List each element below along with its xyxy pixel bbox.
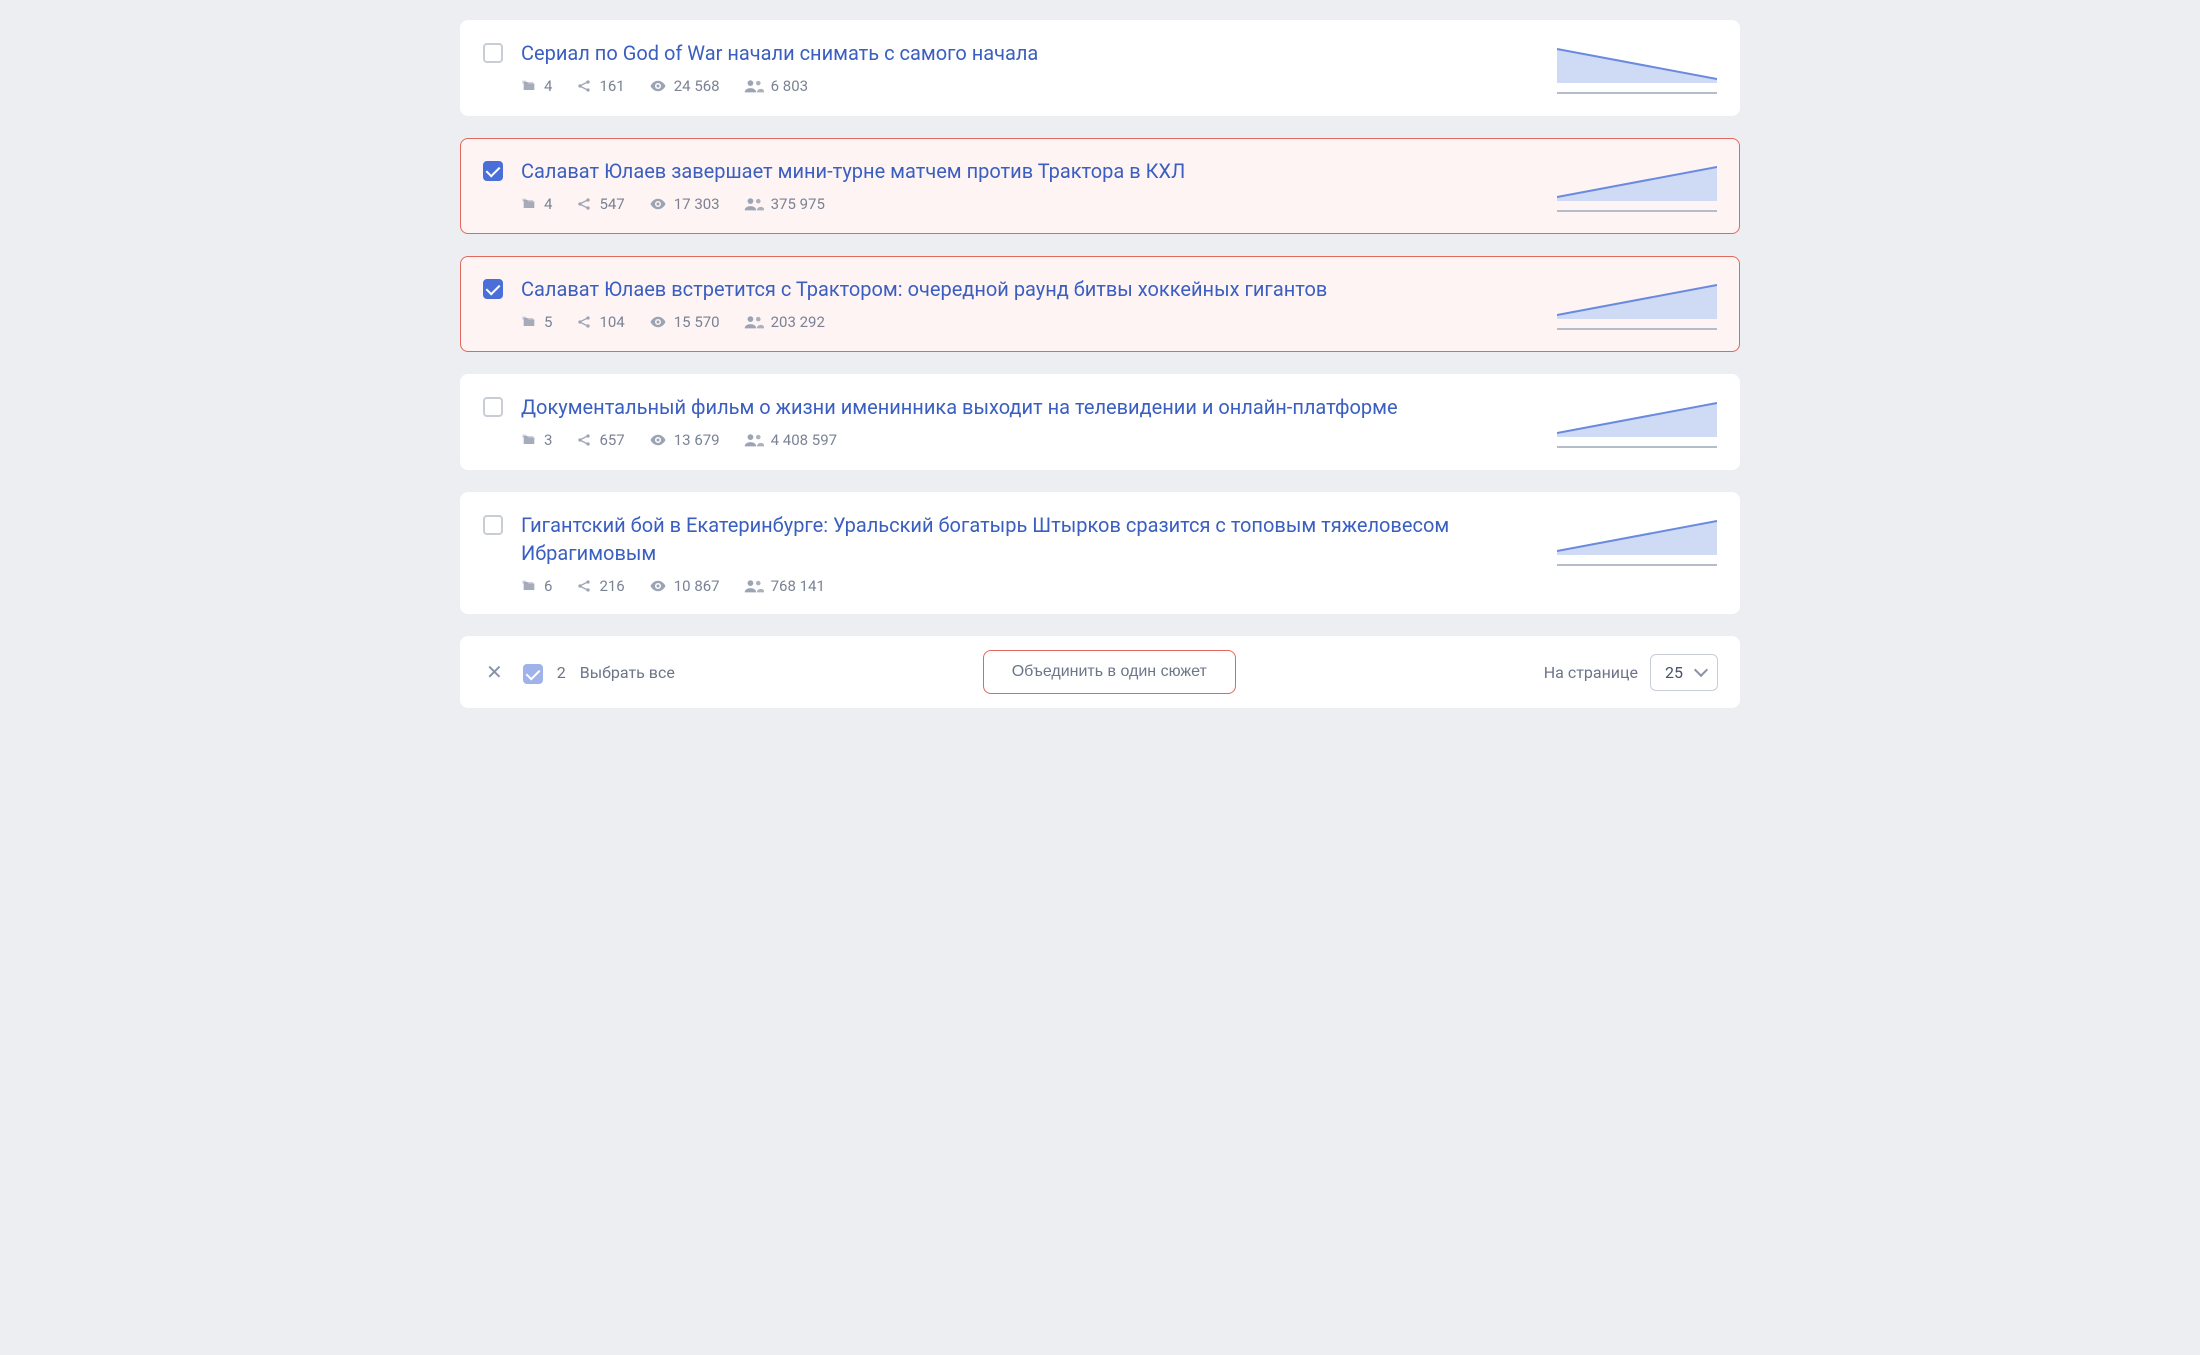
stat-shares: 161 (576, 77, 624, 95)
trend-sparkline (1557, 395, 1717, 451)
story-title[interactable]: Сериал по God of War начали снимать с са… (521, 39, 1539, 67)
selected-count: 2 (557, 663, 566, 682)
story-title[interactable]: Салават Юлаев встретится с Трактором: оч… (521, 275, 1539, 303)
select-checkbox[interactable] (483, 43, 503, 63)
stat-folders: 3 (521, 431, 552, 449)
story-title[interactable]: Документальный фильм о жизни именинника … (521, 393, 1539, 421)
trend-sparkline (1557, 277, 1717, 333)
stat-folders: 6 (521, 577, 552, 595)
stat-shares: 216 (576, 577, 624, 595)
close-icon[interactable]: ✕ (482, 658, 507, 686)
stat-audience: 4 408 597 (744, 431, 837, 449)
stat-audience: 203 292 (744, 313, 825, 331)
story-card: Гигантский бой в Екатеринбурге: Уральски… (460, 492, 1740, 614)
story-stats: 4 547 17 303 375 975 (521, 195, 1539, 213)
story-card: Салават Юлаев встретится с Трактором: оч… (460, 256, 1740, 352)
select-all-link[interactable]: Выбрать все (580, 663, 675, 682)
selection-footer: ✕ 2 Выбрать все Объединить в один сюжет На с… (460, 636, 1740, 708)
story-stats: 4 161 24 568 6 803 (521, 77, 1539, 95)
stat-views: 10 867 (649, 577, 720, 595)
stat-audience: 6 803 (744, 77, 808, 95)
story-title[interactable]: Салават Юлаев завершает мини-турне матче… (521, 157, 1539, 185)
story-stats: 6 216 10 867 768 141 (521, 577, 1539, 595)
stat-audience: 375 975 (744, 195, 825, 213)
trend-sparkline (1557, 513, 1717, 569)
stat-audience: 768 141 (744, 577, 825, 595)
stat-shares: 104 (576, 313, 624, 331)
trend-sparkline (1557, 41, 1717, 97)
stat-shares: 547 (576, 195, 624, 213)
select-checkbox[interactable] (483, 397, 503, 417)
stat-views: 15 570 (649, 313, 720, 331)
stat-views: 17 303 (649, 195, 720, 213)
select-all-checkbox[interactable] (523, 664, 543, 684)
per-page-label: На странице (1544, 663, 1638, 682)
select-checkbox[interactable] (483, 515, 503, 535)
trend-sparkline (1557, 159, 1717, 215)
story-card: Салават Юлаев завершает мини-турне матче… (460, 138, 1740, 234)
stat-folders: 4 (521, 77, 552, 95)
stat-views: 13 679 (649, 431, 720, 449)
stat-views: 24 568 (649, 77, 720, 95)
select-checkbox[interactable] (483, 279, 503, 299)
story-card: Сериал по God of War начали снимать с са… (460, 20, 1740, 116)
select-checkbox[interactable] (483, 161, 503, 181)
story-stats: 5 104 15 570 203 292 (521, 313, 1539, 331)
stat-folders: 5 (521, 313, 552, 331)
stat-folders: 4 (521, 195, 552, 213)
per-page-select[interactable]: 25 (1650, 654, 1718, 691)
story-card: Документальный фильм о жизни именинника … (460, 374, 1740, 470)
story-stats: 3 657 13 679 4 408 597 (521, 431, 1539, 449)
story-title[interactable]: Гигантский бой в Екатеринбурге: Уральски… (521, 511, 1539, 567)
stat-shares: 657 (576, 431, 624, 449)
merge-button[interactable]: Объединить в один сюжет (983, 650, 1236, 694)
